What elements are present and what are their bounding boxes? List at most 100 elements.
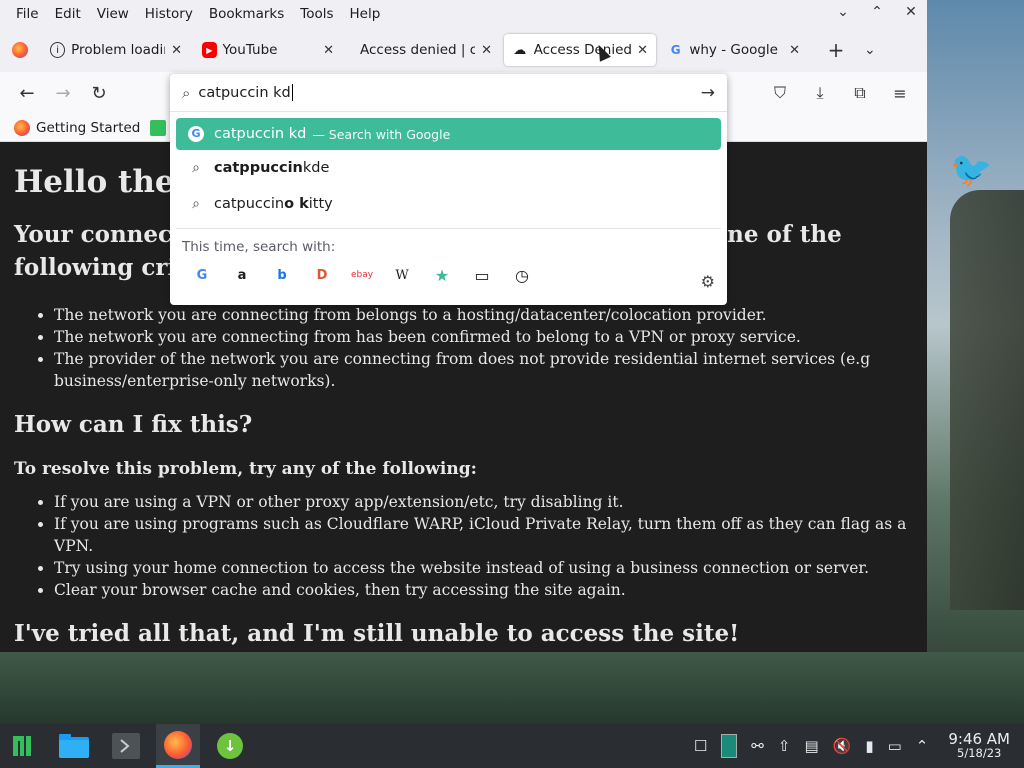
history-search-icon[interactable]: ◷ (502, 265, 542, 285)
cloudflare-icon: ☁ (513, 42, 527, 58)
tab-access-denied-colleges[interactable]: Access denied | colleges ✕ (346, 34, 500, 66)
tried-heading: I've tried all that, and I'm still unabl… (14, 620, 740, 647)
google-icon: G (670, 43, 681, 57)
tab-close-icon[interactable]: ✕ (323, 43, 334, 58)
tab-close-icon[interactable]: ✕ (481, 43, 492, 58)
updates-tray-icon[interactable]: ⇧ (778, 737, 791, 755)
volume-muted-icon[interactable]: 🔇 (833, 737, 852, 755)
tab-bar: i Problem loading page ✕ ▶ YouTube ✕ Acc… (0, 28, 927, 72)
downloads-icon[interactable]: ⤓ (803, 77, 837, 109)
forward-icon[interactable]: → (46, 77, 80, 109)
suggestion-pre: catpuccin (214, 196, 285, 212)
wallpaper-bird-icon: 🐦 (950, 150, 993, 190)
network-icon[interactable]: ▭ (888, 737, 902, 755)
engine-ebay-icon[interactable]: ebay (342, 265, 382, 285)
menu-bookmarks[interactable]: Bookmarks (201, 6, 292, 22)
text-caret (291, 84, 293, 101)
clock-date: 5/18/23 (957, 746, 1002, 760)
suggestion-rest: itty (308, 196, 333, 212)
firefox-icon (12, 42, 28, 58)
new-tab-icon[interactable]: + (824, 38, 848, 62)
menu-history[interactable]: History (137, 6, 201, 22)
window-controls: ⌄ ⌃ ✕ (833, 4, 921, 20)
taskbar: ↓ ☐ ⚯ ⇧ ▤ 🔇 ▮ ▭ ⌃ 9:46 AM 5/18/23 (0, 724, 1024, 768)
tab-title: Access Denied (533, 42, 632, 58)
bookmark-label: Getting Started (36, 119, 141, 136)
usb-device-icon[interactable]: ▮ (865, 737, 873, 755)
reload-icon[interactable]: ↻ (82, 77, 116, 109)
suggestion-catppuccin-kde[interactable]: ⌕ catppuccin kde (176, 150, 721, 186)
toolbar-actions: ⛉ ⤓ ⧉ ≡ (763, 77, 919, 109)
engine-bing-icon[interactable]: b (262, 265, 302, 285)
list-item: Try using your home connection to access… (54, 557, 913, 579)
url-input[interactable]: ⌕ catpuccin kd → (170, 74, 727, 112)
list-all-tabs-icon[interactable]: ⌄ (864, 42, 876, 58)
tab-google-search[interactable]: G why - Google Search ✕ (660, 34, 808, 66)
kdeconnect-icon[interactable]: ⚯ (751, 737, 764, 755)
engine-amazon-icon[interactable]: a (222, 265, 262, 285)
list-item: Clear your browser cache and cookies, th… (54, 579, 913, 601)
suggestion-rest: kde (302, 160, 330, 176)
tab-title: YouTube (222, 42, 278, 58)
suggestion-catpuccino-kitty[interactable]: ⌕ catpuccin o k itty (176, 186, 721, 222)
update-manager-icon[interactable]: ↓ (208, 724, 252, 768)
maximize-icon[interactable]: ⌃ (867, 4, 887, 20)
search-icon: ⌕ (182, 83, 191, 102)
tab-youtube[interactable]: ▶ YouTube ✕ (194, 34, 342, 66)
suggestion-search-google[interactable]: G catpuccin kd — Search with Google (176, 118, 721, 150)
tabs-search-icon[interactable]: ▭ (462, 265, 502, 285)
engine-wikipedia-icon[interactable]: W (382, 265, 422, 285)
tab-close-icon[interactable]: ✕ (637, 43, 648, 58)
suggestion-bold: catppuccin (214, 160, 303, 176)
list-item: If you are using a VPN or other proxy ap… (54, 491, 913, 513)
menubar: File Edit View History Bookmarks Tools H… (0, 0, 927, 28)
tab-close-icon[interactable]: ✕ (171, 43, 182, 58)
pager-icon[interactable] (721, 734, 738, 758)
close-window-icon[interactable]: ✕ (901, 4, 921, 20)
show-desktop-icon[interactable]: ☐ (694, 737, 707, 755)
tab-access-denied[interactable]: ☁ Access Denied ✕ (504, 34, 656, 66)
tab-title: Access denied | colleges (360, 42, 476, 58)
pocket-icon[interactable]: ⛉ (763, 77, 797, 109)
search-settings-gear-icon[interactable]: ⚙ (701, 272, 715, 291)
terminal-icon[interactable] (104, 724, 148, 768)
youtube-icon: ▶ (202, 42, 217, 58)
tab-problem-loading[interactable]: i Problem loading page ✕ (42, 34, 190, 66)
url-input-value[interactable]: catpuccin kd (198, 85, 290, 101)
file-manager-icon[interactable] (52, 724, 96, 768)
list-item: The provider of the network you are conn… (54, 348, 913, 392)
menu-view[interactable]: View (89, 6, 137, 22)
suggestion-bold: o k (284, 196, 309, 212)
fix-heading: How can I fix this? (14, 411, 253, 438)
menu-edit[interactable]: Edit (47, 6, 89, 22)
menu-help[interactable]: Help (342, 6, 389, 22)
engine-duckduckgo-icon[interactable]: D (302, 265, 342, 285)
list-item: The network you are connecting from has … (54, 326, 913, 348)
bookmark-getting-started[interactable]: Getting Started (14, 119, 141, 136)
engine-google-icon[interactable]: G (182, 265, 222, 285)
firefox-taskbar-icon[interactable] (156, 724, 200, 768)
tab-title: Problem loading page (71, 42, 165, 58)
menu-tools[interactable]: Tools (292, 6, 341, 22)
search-icon: ⌕ (192, 196, 200, 212)
clock-time: 9:46 AM (948, 730, 1010, 748)
go-arrow-icon[interactable]: → (701, 83, 715, 103)
fixes-list: If you are using a VPN or other proxy ap… (14, 491, 913, 601)
wallpaper-cliff (950, 190, 1024, 610)
tray-expand-icon[interactable]: ⌃ (916, 737, 929, 755)
extensions-icon[interactable]: ⧉ (843, 77, 877, 109)
info-icon: i (50, 42, 66, 58)
menu-file[interactable]: File (8, 6, 47, 22)
engines-label: This time, search with: (182, 239, 336, 255)
app-launcher-manjaro-icon[interactable] (0, 724, 44, 768)
firefox-view-button[interactable] (8, 34, 38, 66)
app-menu-icon[interactable]: ≡ (883, 77, 917, 109)
tab-close-icon[interactable]: ✕ (789, 43, 800, 58)
clipboard-icon[interactable]: ▤ (804, 737, 818, 755)
desktop-wallpaper-bottom (0, 652, 1024, 724)
system-tray: ☐ ⚯ ⇧ ▤ 🔇 ▮ ▭ ⌃ 9:46 AM 5/18/23 (694, 724, 1010, 768)
digital-clock[interactable]: 9:46 AM 5/18/23 (948, 730, 1010, 761)
minimize-icon[interactable]: ⌄ (833, 4, 853, 20)
back-icon[interactable]: ← (10, 77, 44, 109)
bookmarks-search-icon[interactable]: ★ (422, 265, 462, 285)
